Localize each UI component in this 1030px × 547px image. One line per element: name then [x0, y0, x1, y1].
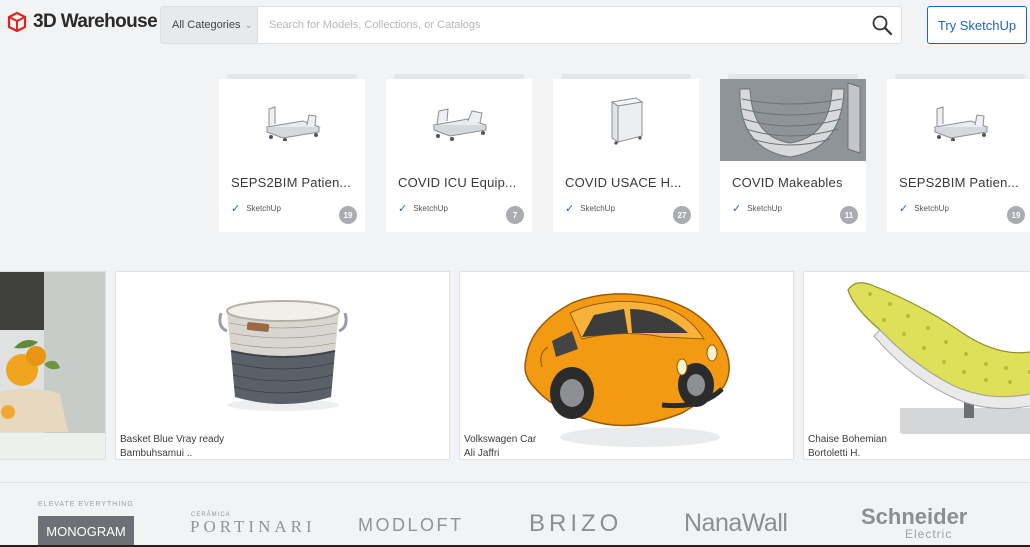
search-button[interactable]: [863, 7, 901, 43]
chaise-lounge-image: [804, 272, 1030, 459]
brand-logo-portinari[interactable]: PORTINARI: [190, 517, 316, 537]
collection-thumbnail: [887, 79, 1030, 161]
brand-logo-monogram[interactable]: MONOGRAM: [38, 516, 134, 546]
basket-image: [217, 299, 348, 411]
verified-check-icon: ✓: [398, 203, 408, 215]
source-label: SketchUp: [747, 204, 782, 213]
brand-logo-nanawall[interactable]: NanaWall: [684, 509, 788, 538]
model-author[interactable]: Bambuhsamui ..: [120, 448, 192, 459]
schneider-subtitle: Electric: [905, 527, 953, 541]
featured-model-card[interactable]: Volkswagen Car Ali Jaffri: [459, 271, 794, 460]
model-count-badge: 7: [506, 206, 524, 224]
top-header: 3D Warehouse All Categories ⌄ Try Sketch…: [0, 0, 1030, 50]
source-label: SketchUp: [914, 204, 949, 213]
model-name[interactable]: Basket Blue Vray ready: [120, 434, 224, 445]
verified-check-icon: ✓: [899, 203, 909, 215]
collection-title[interactable]: COVID USACE H...: [565, 175, 693, 190]
category-dropdown[interactable]: All Categories ⌄: [161, 7, 258, 43]
model-count-badge: 19: [1007, 206, 1025, 224]
site-logo[interactable]: 3D Warehouse: [6, 11, 158, 33]
try-sketchup-button[interactable]: Try SketchUp: [927, 6, 1027, 44]
model-author[interactable]: Ali Jaffri: [464, 448, 499, 459]
featured-model-card[interactable]: Chaise Bohemian Bortoletti H.: [803, 271, 1030, 460]
verified-check-icon: ✓: [732, 203, 742, 215]
model-count-badge: 11: [840, 206, 858, 224]
search-bar: All Categories ⌄: [160, 6, 902, 44]
collection-title[interactable]: SEPS2BIM Patien...: [899, 175, 1027, 190]
collection-source: ✓ SketchUp: [732, 202, 782, 215]
search-icon: [872, 15, 893, 36]
collection-title[interactable]: SEPS2BIM Patien...: [231, 175, 359, 190]
citrus-render-image: [0, 272, 105, 459]
brand-logo-brizo[interactable]: BRIZO: [529, 510, 622, 538]
featured-model-card[interactable]: [0, 271, 106, 460]
model-preview: [116, 272, 449, 431]
collection-title[interactable]: COVID Makeables: [732, 175, 860, 190]
model-preview: [460, 272, 793, 459]
model-count-badge: 27: [673, 206, 691, 224]
collection-thumbnail: [386, 79, 532, 161]
source-label: SketchUp: [246, 204, 281, 213]
category-label: All Categories: [172, 19, 241, 31]
monogram-tagline: ELEVATE EVERYTHING: [38, 501, 134, 508]
coil-icon: [720, 79, 866, 161]
featured-model-card[interactable]: Basket Blue Vray ready Bambuhsamui ..: [115, 271, 450, 460]
collection-thumbnail: [553, 79, 699, 161]
brand-logo-modloft[interactable]: MODLOFT: [358, 515, 464, 536]
volkswagen-car-image: [523, 292, 730, 447]
collection-card[interactable]: SEPS2BIM Patien... ✓ SketchUp 19: [887, 74, 1030, 232]
logo-text: 3D Warehouse: [33, 11, 158, 32]
collection-card[interactable]: SEPS2BIM Patien... ✓ SketchUp 19: [219, 74, 365, 232]
collection-thumbnail: [720, 79, 866, 161]
collection-card[interactable]: COVID USACE H... ✓ SketchUp 27: [553, 74, 699, 232]
box-icon: [610, 97, 644, 145]
collection-thumbnail: [219, 79, 365, 161]
collection-source: ✓ SketchUp: [899, 202, 949, 215]
collection-card[interactable]: COVID Makeables ✓ SketchUp 11: [720, 74, 866, 232]
collection-source: ✓ SketchUp: [231, 202, 281, 215]
collection-source: ✓ SketchUp: [398, 202, 448, 215]
model-author[interactable]: Bortoletti H.: [808, 448, 860, 459]
source-label: SketchUp: [413, 204, 448, 213]
verified-check-icon: ✓: [565, 203, 575, 215]
verified-check-icon: ✓: [231, 203, 241, 215]
search-input[interactable]: [258, 7, 863, 43]
model-name[interactable]: Chaise Bohemian: [808, 434, 887, 445]
chevron-down-icon: ⌄: [244, 19, 253, 31]
collection-title[interactable]: COVID ICU Equip...: [398, 175, 526, 190]
section-divider: [0, 482, 1030, 483]
warehouse-logo-icon: [7, 11, 27, 33]
collection-card[interactable]: COVID ICU Equip... ✓ SketchUp 7: [386, 74, 532, 232]
model-name[interactable]: Volkswagen Car: [464, 434, 536, 445]
bed-icon: [265, 106, 321, 141]
bed-icon: [432, 108, 487, 141]
bed-icon: [933, 106, 989, 141]
collection-source: ✓ SketchUp: [565, 202, 615, 215]
model-count-badge: 19: [339, 206, 357, 224]
source-label: SketchUp: [580, 204, 615, 213]
